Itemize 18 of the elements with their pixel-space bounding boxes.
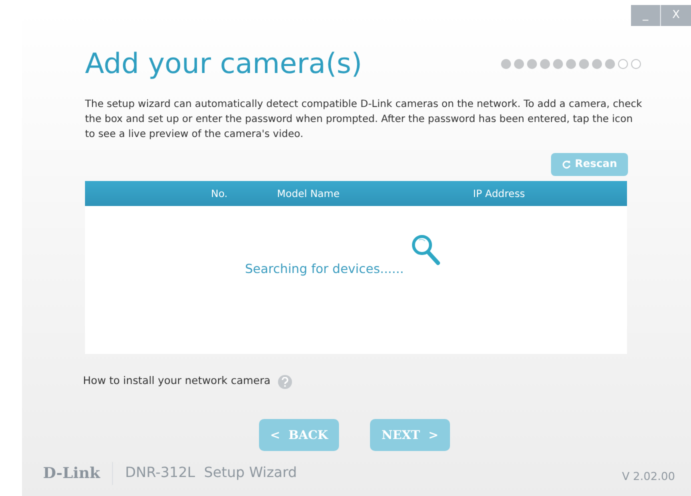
- product-name: DNR-312L Setup Wizard: [124, 464, 297, 483]
- column-header: Model Name: [277, 188, 340, 202]
- brand-logo: D-Link: [43, 462, 114, 484]
- column-header: No.: [211, 188, 228, 202]
- rescan-button[interactable]: Rescan: [551, 153, 628, 176]
- page-title: Add your camera(s): [85, 50, 362, 78]
- description-text: The setup wizard can automatically detect compatible D-Link cameras on the network. To add a camera, check the box and set up or enter the password when prompted. After the password has been entered, tap the icon to see a live preview of the camera's video.: [85, 98, 644, 142]
- magnifier-icon: [411, 234, 441, 266]
- close-button[interactable]: X: [661, 5, 691, 26]
- next-button[interactable]: NEXT >: [370, 419, 450, 451]
- help-link[interactable]: How to install your network camera: [83, 374, 270, 390]
- minimize-button[interactable]: _: [631, 5, 661, 26]
- back-button[interactable]: < BACK: [259, 419, 339, 451]
- searching-status: Searching for devices......: [245, 260, 404, 278]
- refresh-icon: [562, 160, 571, 169]
- column-header: IP Address: [473, 188, 525, 202]
- version-label: V 2.02.00: [622, 469, 675, 485]
- help-icon[interactable]: [278, 374, 292, 389]
